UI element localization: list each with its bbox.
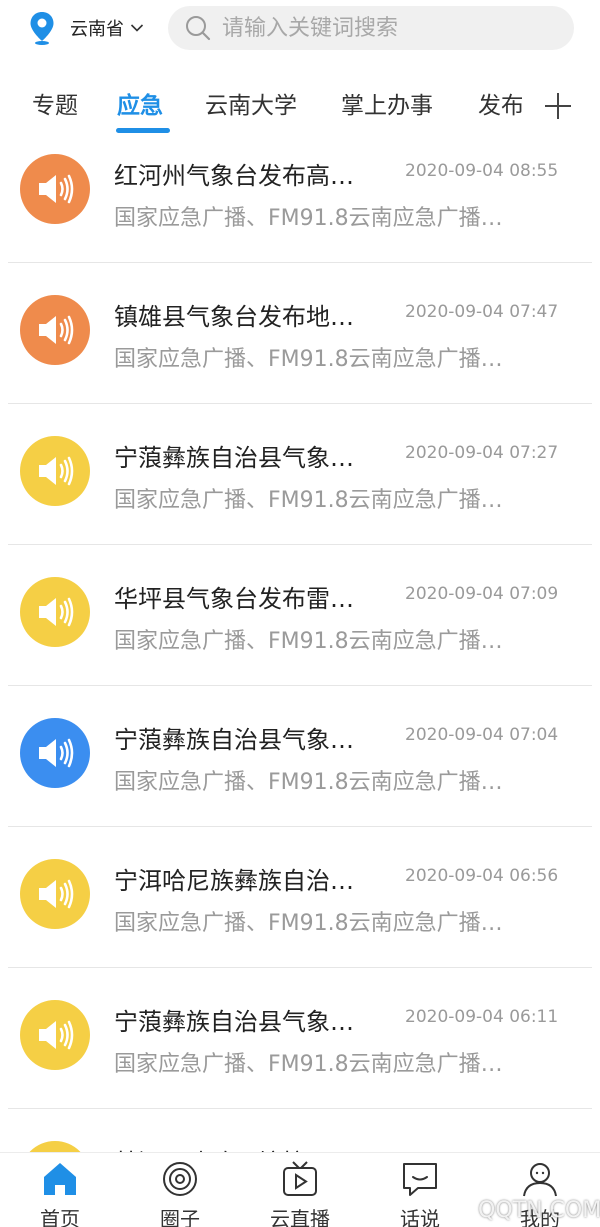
- location-label: 云南省: [70, 19, 124, 40]
- item-title: 宁洱哈尼族彝族自治…: [114, 867, 354, 895]
- tab-yunnan-university[interactable]: 云南大学: [205, 86, 297, 120]
- item-time: 2020-09-04 06:56: [405, 866, 559, 886]
- item-desc: 国家应急广播、FM91.8云南应急广播…: [114, 629, 503, 654]
- speaker-icon: [20, 436, 90, 506]
- item-title: 红河州气象台发布高…: [114, 162, 354, 190]
- nav-label: 话说: [400, 1207, 440, 1227]
- location-selector[interactable]: 云南省: [28, 8, 144, 48]
- search-bar[interactable]: [168, 6, 574, 50]
- list-item[interactable]: 宁洱哈尼族彝族自治… 2020-09-04 06:56 国家应急广播、FM91.…: [0, 827, 600, 968]
- nav-home[interactable]: 首页: [0, 1153, 120, 1227]
- item-desc: 国家应急广播、FM91.8云南应急广播…: [114, 347, 503, 372]
- tv-play-icon: [283, 1161, 317, 1196]
- nav-label: 圈子: [160, 1207, 200, 1227]
- item-title: 宁蒗彝族自治县气象…: [114, 726, 354, 754]
- speaker-icon: [20, 859, 90, 929]
- item-desc: 国家应急广播、FM91.8云南应急广播…: [114, 1052, 503, 1077]
- tab-publish[interactable]: 发布: [478, 86, 522, 120]
- chevron-down-icon: [130, 24, 144, 32]
- list-item[interactable]: 宁蒗彝族自治县气象… 2020-09-04 07:27 国家应急广播、FM91.…: [0, 404, 600, 545]
- nav-talk[interactable]: 话说: [360, 1153, 480, 1227]
- tab-emergency[interactable]: 应急: [117, 86, 163, 120]
- speaker-icon: [20, 295, 90, 365]
- speaker-icon: [20, 154, 90, 224]
- speaker-icon: [20, 718, 90, 788]
- watermark: QQTN.COM: [478, 1198, 600, 1223]
- tab-mobile-services[interactable]: 掌上办事: [341, 86, 433, 120]
- speaker-icon: [20, 577, 90, 647]
- list-item[interactable]: 镇雄县气象台发布地… 2020-09-04 07:47 国家应急广播、FM91.…: [0, 263, 600, 404]
- add-tab-icon[interactable]: [542, 90, 574, 122]
- nav-label: 云直播: [270, 1207, 330, 1227]
- item-time: 2020-09-04 07:47: [405, 302, 559, 322]
- item-title: 镇雄县气象台发布地…: [114, 303, 354, 331]
- list-item[interactable]: 华坪县气象台发布雷… 2020-09-04 07:09 国家应急广播、FM91.…: [0, 545, 600, 686]
- chat-icon: [403, 1163, 437, 1196]
- item-desc: 国家应急广播、FM91.8云南应急广播…: [114, 488, 503, 513]
- speaker-icon: [20, 1000, 90, 1070]
- location-pin-icon: [30, 12, 54, 45]
- item-title: 宁蒗彝族自治县气象…: [114, 444, 354, 472]
- item-time: 2020-09-04 08:55: [405, 161, 559, 181]
- item-time: 2020-09-04 07:09: [405, 584, 559, 604]
- search-icon: [186, 16, 211, 41]
- nav-live[interactable]: 云直播: [240, 1153, 360, 1227]
- list-item[interactable]: 红河州气象台发布高… 2020-09-04 08:55 国家应急广播、FM91.…: [0, 122, 600, 263]
- circle-icon: [163, 1162, 197, 1196]
- list-item[interactable]: 宁蒗彝族自治县气象… 2020-09-04 07:04 国家应急广播、FM91.…: [0, 686, 600, 827]
- nav-circle[interactable]: 圈子: [120, 1153, 240, 1227]
- tab-clip: 发布: [478, 74, 522, 124]
- item-time: 2020-09-04 06:11: [405, 1007, 559, 1027]
- item-title: 华坪县气象台发布雷…: [114, 585, 354, 613]
- list-item[interactable]: 宁蒗彝族自治县气象… 2020-09-04 06:11 国家应急广播、FM91.…: [0, 968, 600, 1109]
- item-time: 2020-09-04 07:04: [405, 725, 559, 745]
- search-input[interactable]: [222, 15, 552, 41]
- nav-label: 首页: [40, 1207, 80, 1227]
- item-time: 2020-09-04 07:27: [405, 443, 559, 463]
- item-title: 宁蒗彝族自治县气象…: [114, 1008, 354, 1036]
- tab-topics[interactable]: 专题: [32, 86, 78, 120]
- user-icon: [523, 1163, 557, 1197]
- top-bar: 云南省: [0, 0, 600, 60]
- item-desc: 国家应急广播、FM91.8云南应急广播…: [114, 770, 503, 795]
- item-desc: 国家应急广播、FM91.8云南应急广播…: [114, 206, 503, 231]
- home-icon: [44, 1163, 76, 1195]
- item-desc: 国家应急广播、FM91.8云南应急广播…: [114, 911, 503, 936]
